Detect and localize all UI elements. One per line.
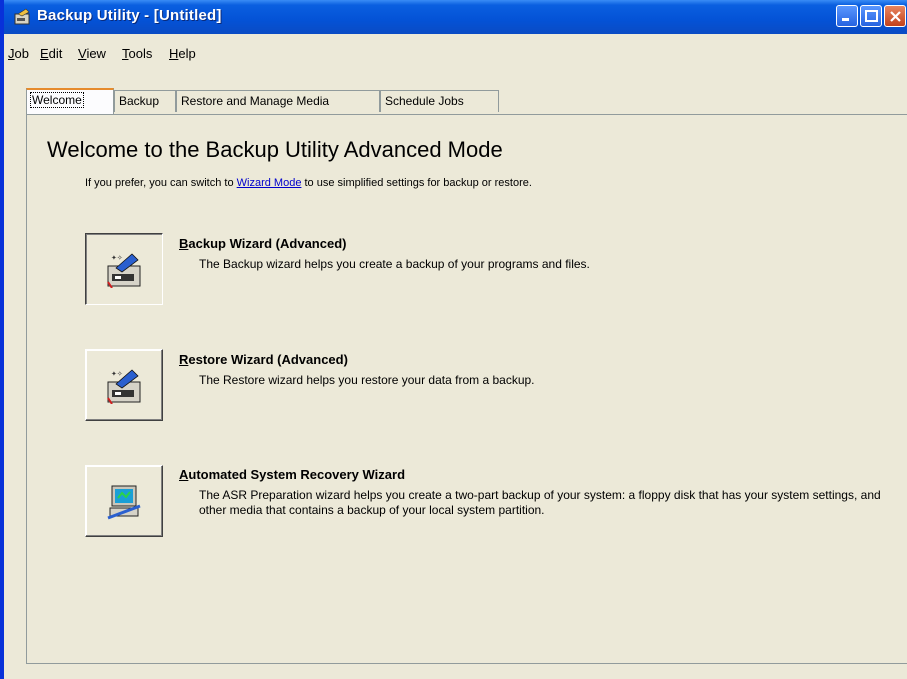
asr-wizard-description: The ASR Preparation wizard helps you cre… <box>199 488 881 517</box>
tab-schedule-jobs[interactable]: Schedule Jobs <box>380 90 499 112</box>
asr-wizard-button[interactable] <box>85 465 163 537</box>
tab-welcome[interactable]: Welcome <box>26 88 114 114</box>
menu-job[interactable]: Job <box>8 46 29 61</box>
menu-view[interactable]: View <box>78 46 106 61</box>
title-bar[interactable]: Backup Utility - [Untitled] <box>4 0 907 34</box>
wizard-mode-link[interactable]: Wizard Mode <box>237 177 302 189</box>
window-title: Backup Utility - [Untitled] <box>37 7 222 24</box>
menu-help[interactable]: Help <box>169 46 196 61</box>
menu-edit[interactable]: Edit <box>40 46 62 61</box>
restore-wizard-description: The Restore wizard helps you restore you… <box>199 373 535 387</box>
close-icon <box>890 11 901 22</box>
tab-restore-manage-media[interactable]: Restore and Manage Media <box>176 90 380 112</box>
backup-app-icon <box>14 8 30 25</box>
svg-text:✦✧: ✦✧ <box>111 370 123 378</box>
intro-text: If you prefer, you can switch to Wizard … <box>85 177 532 189</box>
asr-wizard-title: Automated System Recovery Wizard <box>179 467 406 482</box>
minimize-icon <box>842 18 849 21</box>
menu-tools[interactable]: Tools <box>122 46 152 61</box>
welcome-panel: Welcome to the Backup Utility Advanced M… <box>26 114 907 664</box>
minimize-button[interactable] <box>836 5 858 27</box>
page-title: Welcome to the Backup Utility Advanced M… <box>47 137 503 162</box>
backup-wizard-button[interactable]: ✦✧ <box>85 233 163 305</box>
backup-wizard-title: Backup Wizard (Advanced) <box>179 236 347 251</box>
tab-backup[interactable]: Backup <box>114 90 176 112</box>
asr-wizard-icon <box>107 485 141 520</box>
restore-wizard-title: Restore Wizard (Advanced) <box>179 352 348 367</box>
restore-wizard-button[interactable]: ✦✧ <box>85 349 163 421</box>
backup-wizard-icon: ✦✧ <box>107 253 141 288</box>
maximize-icon <box>865 10 878 22</box>
backup-wizard-description: The Backup wizard helps you create a bac… <box>199 257 590 271</box>
svg-text:✦✧: ✦✧ <box>111 254 123 262</box>
backup-utility-window: Backup Utility - [Untitled] Job Edit Vie… <box>0 0 907 679</box>
maximize-button[interactable] <box>860 5 882 27</box>
close-button[interactable] <box>884 5 906 27</box>
restore-wizard-icon: ✦✧ <box>107 369 141 404</box>
